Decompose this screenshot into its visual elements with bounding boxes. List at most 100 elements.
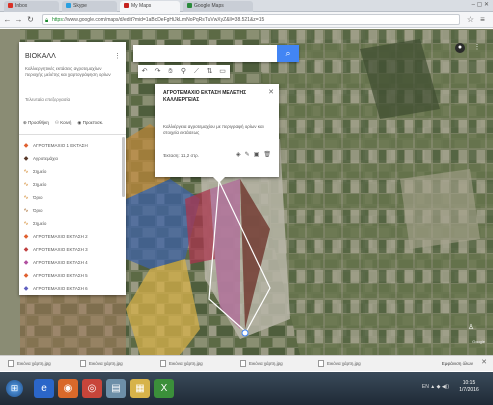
- polygon-icon: ◆: [23, 272, 29, 279]
- search-button[interactable]: ⌕: [277, 45, 299, 62]
- list-item[interactable]: ∿ Όριο: [23, 204, 121, 217]
- list-item-label: Αγροτεμάχιο: [33, 156, 59, 161]
- clock[interactable]: 10:15 1/7/2016: [451, 380, 487, 394]
- polygon-icon: ◆: [23, 246, 29, 253]
- pegman-icon[interactable]: ♙: [466, 323, 476, 333]
- window-controls[interactable]: – ▢ ✕: [472, 1, 489, 8]
- download-item[interactable]: Εικόνα χάρτη.jpg: [240, 359, 283, 369]
- download-item-label: Εικόνα χάρτη.jpg: [17, 361, 51, 366]
- download-item[interactable]: Εικόνα χάρτη.jpg: [80, 359, 123, 369]
- marker-icon[interactable]: ⚲: [177, 65, 190, 78]
- search-input[interactable]: [137, 49, 272, 58]
- list-item-label: Όριο: [33, 208, 43, 213]
- map-toolbar: ↶ ↷ ✋︎ ⚲ ⟋ ⇅ ▭: [138, 65, 230, 78]
- list-item[interactable]: ∿ Σημείο: [23, 178, 121, 191]
- list-item-label: Σημείο: [33, 182, 47, 187]
- apps-grid-icon[interactable]: ⋮: [472, 43, 482, 53]
- account-avatar[interactable]: ●: [455, 43, 465, 53]
- list-item[interactable]: ◆ ΑΓΡΟΤΕΜΑΧΙΟ ΕΚΤΑΣΗ 3: [23, 243, 121, 256]
- bookmark-star-icon[interactable]: ☆: [466, 15, 475, 24]
- browser-tab-bar: Inbox Skype My Maps Google Maps – ▢ ✕: [0, 0, 493, 12]
- feature-info-popup: ΑΓΡΟΤΕΜΑΧΙΟ ΕΚΤΑΣΗ ΜΕΛΕΤΗΣ ΚΑΛΛΙΕΡΓΕΙΑΣ …: [155, 84, 279, 183]
- start-button[interactable]: ⊞: [6, 380, 23, 397]
- list-item[interactable]: ∿ Όριο: [23, 191, 121, 204]
- excel-icon[interactable]: X: [154, 379, 174, 398]
- forward-icon[interactable]: →: [14, 15, 23, 24]
- list-item[interactable]: ◆ ΑΓΡΟΤΕΜΑΧΙΟ 1 ΕΚΤΑΣΗ: [23, 139, 121, 152]
- ruler-icon[interactable]: ▭: [216, 65, 229, 78]
- hand-icon[interactable]: ✋︎: [164, 65, 177, 78]
- panel-scrollbar[interactable]: [122, 137, 125, 197]
- style-bucket-icon[interactable]: ◈: [236, 151, 241, 158]
- tab-label: Inbox: [15, 3, 28, 9]
- more-options-icon[interactable]: ⋮: [114, 52, 121, 60]
- map-description[interactable]: Καλλιεργητικές εκτάσεις αγροτεμαχίων περ…: [25, 66, 117, 78]
- browser-tab-inbox[interactable]: Inbox: [4, 1, 59, 12]
- polygon-icon: ◆: [23, 233, 29, 240]
- list-item-label: Σημείο: [33, 221, 47, 226]
- explorer-icon[interactable]: ▦: [130, 379, 150, 398]
- share-button[interactable]: ⚇ Κοινή: [55, 120, 72, 130]
- layer-items-list: ◆ ΑΓΡΟΤΕΜΑΧΙΟ 1 ΕΚΤΑΣΗ ◆ Αγροτεμάχιο ∿ Σημε…: [23, 139, 121, 295]
- list-item[interactable]: ◆ ΑΓΡΟΤΕΜΑΧΙΟ ΕΚΤΑΣΗ 2: [23, 230, 121, 243]
- chrome-icon[interactable]: ◎: [82, 379, 102, 398]
- list-item-label: ΑΓΡΟΤΕΜΑΧΙΟ ΕΚΤΑΣΗ 3: [33, 247, 88, 252]
- preview-button[interactable]: ◉ Προεπισκ.: [77, 120, 103, 130]
- edit-pencil-icon[interactable]: ✎: [245, 151, 250, 158]
- redo-icon[interactable]: ↷: [151, 65, 164, 78]
- download-item[interactable]: Εικόνα χάρτη.jpg: [8, 359, 51, 369]
- list-item[interactable]: ◆ ΑΓΡΟΤΕΜΑΧΙΟ ΕΚΤΑΣΗ 5: [23, 269, 121, 282]
- maps-icon: [187, 3, 192, 9]
- windows-taskbar: ⊞ e ◉ ◎ ▤ ▦ X EN ▲ ◆ ◀)) 10:15 1/7/2016: [0, 372, 493, 405]
- panel-actions: ⊕ Προσθήκη ⚇ Κοινή ◉ Προεπισκ.: [23, 120, 123, 130]
- polygon-icon: ◆: [23, 155, 29, 162]
- browser-tab-google-maps[interactable]: Google Maps: [183, 1, 253, 12]
- download-item-label: Εικόνα χάρτη.jpg: [89, 361, 123, 366]
- list-item[interactable]: ∿ Σημείο: [23, 165, 121, 178]
- popup-actions: ◈ ✎ ▣ 🗑︎: [236, 151, 271, 158]
- system-tray[interactable]: EN ▲ ◆ ◀)): [422, 384, 449, 390]
- map-title[interactable]: ΒΙΟΚΑΛΛ: [25, 53, 56, 60]
- list-item-label: ΑΓΡΟΤΕΜΑΧΙΟ 1 ΕΚΤΑΣΗ: [33, 143, 88, 148]
- maps-icon: [124, 3, 129, 9]
- tab-label: Skype: [73, 3, 87, 9]
- list-item[interactable]: ∿ Σημείο: [23, 217, 121, 230]
- lock-icon: 🔒︎: [45, 18, 49, 24]
- map-layers-panel: ΒΙΟΚΑΛΛ ⋮ Καλλιεργητικές εκτάσεις αγροτε…: [19, 42, 126, 295]
- file-icon: [80, 360, 86, 368]
- map-attribution: Google: [472, 339, 485, 344]
- close-icon[interactable]: ✕: [268, 88, 274, 96]
- menu-icon[interactable]: ≡: [478, 15, 487, 24]
- polygon-icon: ◆: [23, 259, 29, 266]
- map-search-box: ⌕: [133, 45, 299, 62]
- show-all-downloads-link[interactable]: Εμφάνιση όλων: [442, 359, 473, 369]
- list-item[interactable]: ◆ Αγροτεμάχιο: [23, 152, 121, 165]
- download-item[interactable]: Εικόνα χάρτη.jpg: [160, 359, 203, 369]
- firefox-icon[interactable]: ◉: [58, 379, 78, 398]
- delete-icon[interactable]: 🗑︎: [263, 151, 271, 158]
- directions-icon[interactable]: ⇅: [203, 65, 216, 78]
- list-item-label: Σημείο: [33, 169, 47, 174]
- browser-tab-skype[interactable]: Skype: [62, 1, 117, 12]
- url-field[interactable]: 🔒︎ https://www.google.com/maps/d/edit?mi…: [42, 14, 460, 25]
- url-scheme: https: [52, 17, 63, 23]
- download-item[interactable]: Εικόνα χάρτη.jpg: [318, 359, 361, 369]
- app-icon[interactable]: ▤: [106, 379, 126, 398]
- ie-icon[interactable]: e: [34, 379, 54, 398]
- address-bar-row: ← → ↻ 🔒︎ https://www.google.com/maps/d/e…: [0, 12, 493, 28]
- list-item[interactable]: ◆ ΑΓΡΟΤΕΜΑΧΙΟ ΕΚΤΑΣΗ 4: [23, 256, 121, 269]
- tab-label: My Maps: [131, 3, 152, 9]
- popup-area: Έκταση: 11,2 στρ.: [163, 153, 199, 158]
- back-icon[interactable]: ←: [3, 15, 12, 24]
- list-item[interactable]: ◆ ΑΓΡΟΤΕΜΑΧΙΟ ΕΚΤΑΣΗ 6: [23, 282, 121, 295]
- browser-tab-my-maps[interactable]: My Maps: [120, 1, 180, 12]
- undo-icon[interactable]: ↶: [138, 65, 151, 78]
- close-icon[interactable]: ✕: [481, 358, 487, 366]
- reload-icon[interactable]: ↻: [26, 15, 35, 24]
- draw-line-icon[interactable]: ⟋: [190, 65, 203, 78]
- line-icon: ∿: [23, 181, 29, 188]
- photo-icon[interactable]: ▣: [254, 151, 260, 158]
- tab-label: Google Maps: [194, 3, 224, 9]
- clock-time: 10:15: [462, 380, 476, 386]
- add-layer-button[interactable]: ⊕ Προσθήκη: [23, 120, 49, 130]
